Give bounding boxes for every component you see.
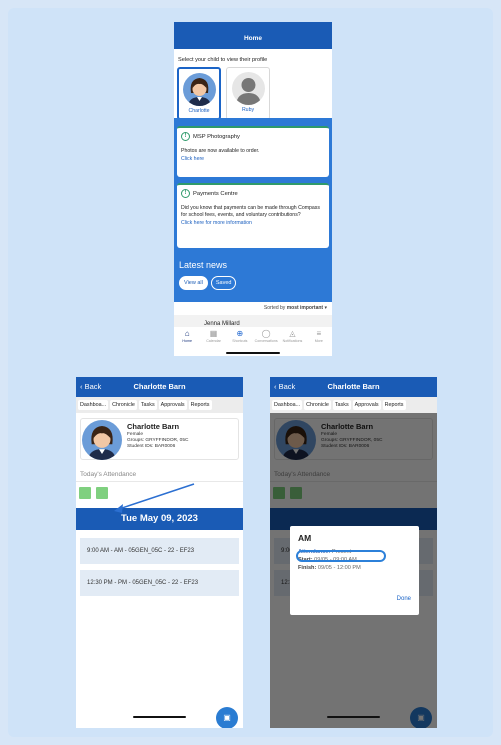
tab-calendar[interactable]: ▦ Calendar (201, 329, 225, 356)
menu-icon: ≡ (316, 329, 322, 338)
annotation-arrow-icon (114, 483, 195, 513)
home-title: Home (174, 22, 332, 49)
card-link[interactable]: Click here for more information (181, 220, 325, 226)
attendance-modal: AM Attendance: Present Start: 09/05 - 09… (290, 526, 419, 615)
girl-avatar-icon (182, 73, 216, 106)
done-button[interactable]: Done (397, 596, 411, 602)
sort-control[interactable]: Sorted by most important ▾ (174, 302, 332, 315)
highlight-ring (296, 550, 386, 562)
profile-screen: ‹ Back Charlotte Barn Dashboa... Chronic… (76, 377, 243, 728)
card-body: Photos are now available to order. (181, 148, 260, 154)
home-screen: Home Select your child to view their pro… (174, 22, 332, 356)
profile-screen-modal: ‹ Back Charlotte Barn Dashboa... Chronic… (270, 377, 437, 728)
profile-title: Charlotte Barn (327, 382, 380, 391)
card-title: MSP Photography (193, 133, 240, 140)
card-title: Payments Centre (193, 190, 238, 197)
calendar-icon: ▦ (209, 329, 218, 338)
finish-row: Finish: 09/05 - 12:00 PM (298, 565, 361, 571)
msp-photography-card[interactable]: ! MSP Photography Photos are now availabl… (177, 126, 329, 177)
alert-icon: ! (181, 189, 190, 198)
sort-value: most important (286, 305, 324, 311)
home-icon: ⌂ (184, 329, 190, 338)
sort-prefix: Sorted by (263, 305, 286, 311)
child-card-charlotte[interactable]: Charlotte (177, 67, 221, 120)
payments-centre-card[interactable]: ! Payments Centre Did you know that payme… (177, 183, 329, 248)
child-name-charlotte: Charlotte (188, 108, 210, 114)
tab-dashboard[interactable]: Dashboa... (272, 400, 303, 410)
home-indicator (327, 716, 380, 718)
plus-icon: ⊕ (236, 329, 244, 338)
tab-reports[interactable]: Reports (382, 400, 406, 410)
bell-icon: ◬ (289, 329, 296, 338)
tab-more[interactable]: ≡ More (307, 329, 331, 356)
tab-notifications[interactable]: ◬ Notifications (280, 329, 304, 356)
child-card-ruby[interactable]: Ruby (226, 67, 270, 120)
tab-approvals[interactable]: Approvals (352, 400, 381, 410)
card-link[interactable]: Click here (181, 156, 325, 162)
latest-news-heading: Latest news (179, 260, 228, 270)
chat-icon: ◯ (261, 329, 271, 338)
home-indicator (133, 716, 186, 718)
home-indicator (226, 352, 280, 354)
saved-button[interactable]: Saved (210, 276, 237, 290)
child-name-ruby: Ruby (241, 107, 255, 113)
tab-tasks[interactable]: Tasks (332, 400, 351, 410)
tab-chronicle[interactable]: Chronicle (304, 400, 331, 410)
view-all-button[interactable]: View all (179, 276, 208, 290)
card-body: Did you know that payments can be made t… (181, 205, 320, 218)
modal-title: AM (298, 533, 312, 543)
tab-home[interactable]: ⌂ Home (175, 329, 199, 356)
calendar-fab-button[interactable]: ▣ (216, 707, 238, 728)
alert-icon: ! (181, 132, 190, 141)
person-placeholder-icon (231, 72, 265, 105)
